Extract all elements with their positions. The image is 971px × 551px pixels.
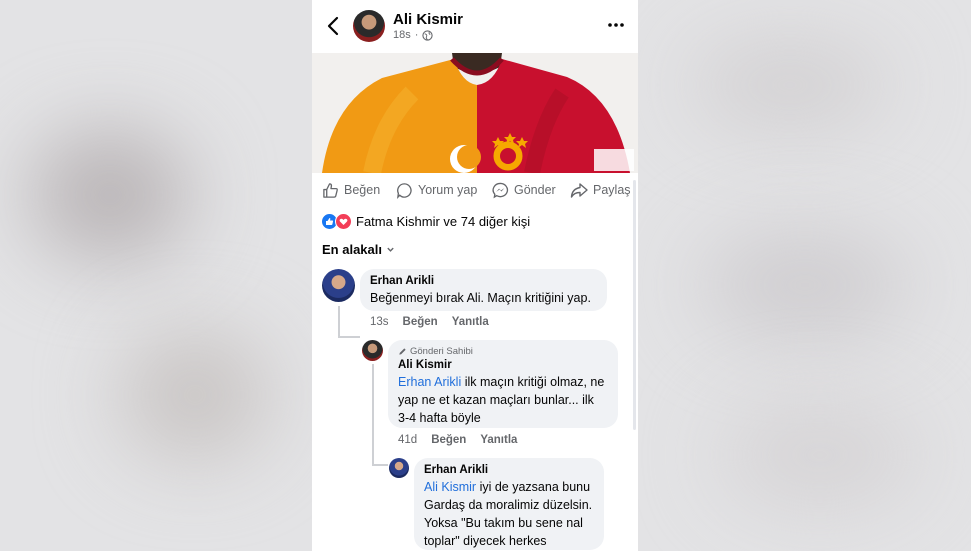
like-label: Beğen bbox=[344, 183, 381, 197]
thread-line bbox=[338, 306, 340, 336]
post-header: Ali Kismir 18s · bbox=[312, 0, 638, 52]
thread-line bbox=[372, 364, 374, 464]
comment-like-link[interactable]: Beğen bbox=[403, 316, 438, 328]
commenter-avatar[interactable] bbox=[322, 269, 355, 302]
sort-label: En alakalı bbox=[322, 242, 382, 257]
reactions-text: Fatma Kishmir ve 74 diğer kişi bbox=[356, 214, 531, 229]
mention-link[interactable]: Erhan Arikli bbox=[398, 375, 461, 389]
send-label: Gönder bbox=[514, 183, 556, 197]
owner-badge-label: Gönderi Sahibi bbox=[410, 346, 473, 357]
meta-dot: · bbox=[414, 29, 419, 41]
share-button[interactable]: Paylaş bbox=[570, 182, 631, 199]
thread-line bbox=[338, 336, 360, 338]
author-avatar[interactable] bbox=[353, 10, 385, 42]
post-owner-badge: Gönderi Sahibi bbox=[398, 346, 608, 357]
commenter-name[interactable]: Erhan Arikli bbox=[370, 275, 597, 287]
post-time[interactable]: 18s bbox=[393, 29, 411, 41]
nested-reply-bubble: Erhan Arikli Ali Kismir iyi de yazsana b… bbox=[414, 458, 604, 550]
pencil-icon bbox=[399, 348, 406, 355]
thumbs-up-icon bbox=[323, 182, 338, 198]
nested-reply-author-name[interactable]: Erhan Arikli bbox=[424, 464, 594, 476]
reply-reply-link[interactable]: Yanıtla bbox=[480, 434, 517, 446]
share-arrow-icon bbox=[570, 182, 588, 198]
more-options-icon[interactable] bbox=[606, 17, 626, 33]
reply-like-link[interactable]: Beğen bbox=[431, 434, 466, 446]
reply-time[interactable]: 41d bbox=[398, 434, 417, 446]
reply-text: Erhan Arikli ilk maçın kritiği olmaz, ne… bbox=[398, 373, 608, 427]
post-image[interactable] bbox=[312, 53, 638, 173]
like-button[interactable]: Beğen bbox=[322, 182, 380, 199]
scrollbar[interactable] bbox=[633, 180, 636, 430]
jersey-photo bbox=[312, 53, 638, 173]
mention-link[interactable]: Ali Kismir bbox=[424, 480, 476, 494]
nested-reply-avatar[interactable] bbox=[389, 458, 409, 478]
chevron-down-icon bbox=[387, 247, 394, 252]
reply-meta: 41d Beğen Yanıtla bbox=[398, 434, 517, 446]
author-name[interactable]: Ali Kismir bbox=[393, 11, 463, 28]
post-meta: 18s · bbox=[393, 29, 434, 41]
mobile-post-view: Ali Kismir 18s · Beğen Yorum yap Gönder … bbox=[312, 0, 638, 551]
reply-bubble: Gönderi Sahibi Ali Kismir Erhan Arikli i… bbox=[388, 340, 618, 428]
love-reaction-icon bbox=[335, 213, 352, 230]
reply-author-name[interactable]: Ali Kismir bbox=[398, 359, 608, 371]
post-actions-bar: Beğen Yorum yap Gönder Paylaş bbox=[312, 175, 638, 205]
globe-icon bbox=[422, 29, 434, 41]
comment-meta: 13s Beğen Yanıtla bbox=[370, 316, 489, 328]
comment-bubble: Erhan Arikli Beğenmeyi bırak Ali. Maçın … bbox=[360, 269, 607, 311]
reactions-summary[interactable]: Fatma Kishmir ve 74 diğer kişi bbox=[322, 213, 530, 230]
nested-reply-text: Ali Kismir iyi de yazsana bunu Gardaş da… bbox=[424, 478, 594, 550]
comment-button[interactable]: Yorum yap bbox=[396, 182, 477, 199]
comment-sort-dropdown[interactable]: En alakalı bbox=[322, 242, 395, 257]
comment-time[interactable]: 13s bbox=[370, 316, 389, 328]
comment-text: Beğenmeyi bırak Ali. Maçın kritiğini yap… bbox=[370, 291, 591, 305]
back-arrow-icon[interactable] bbox=[322, 14, 346, 38]
comment-label: Yorum yap bbox=[418, 183, 478, 197]
thread-line bbox=[372, 464, 388, 466]
share-label: Paylaş bbox=[593, 183, 631, 197]
reply-avatar[interactable] bbox=[362, 340, 383, 361]
send-button[interactable]: Gönder bbox=[492, 182, 556, 199]
messenger-icon bbox=[492, 182, 509, 198]
comment-icon bbox=[396, 182, 412, 199]
comment-reply-link[interactable]: Yanıtla bbox=[452, 316, 489, 328]
